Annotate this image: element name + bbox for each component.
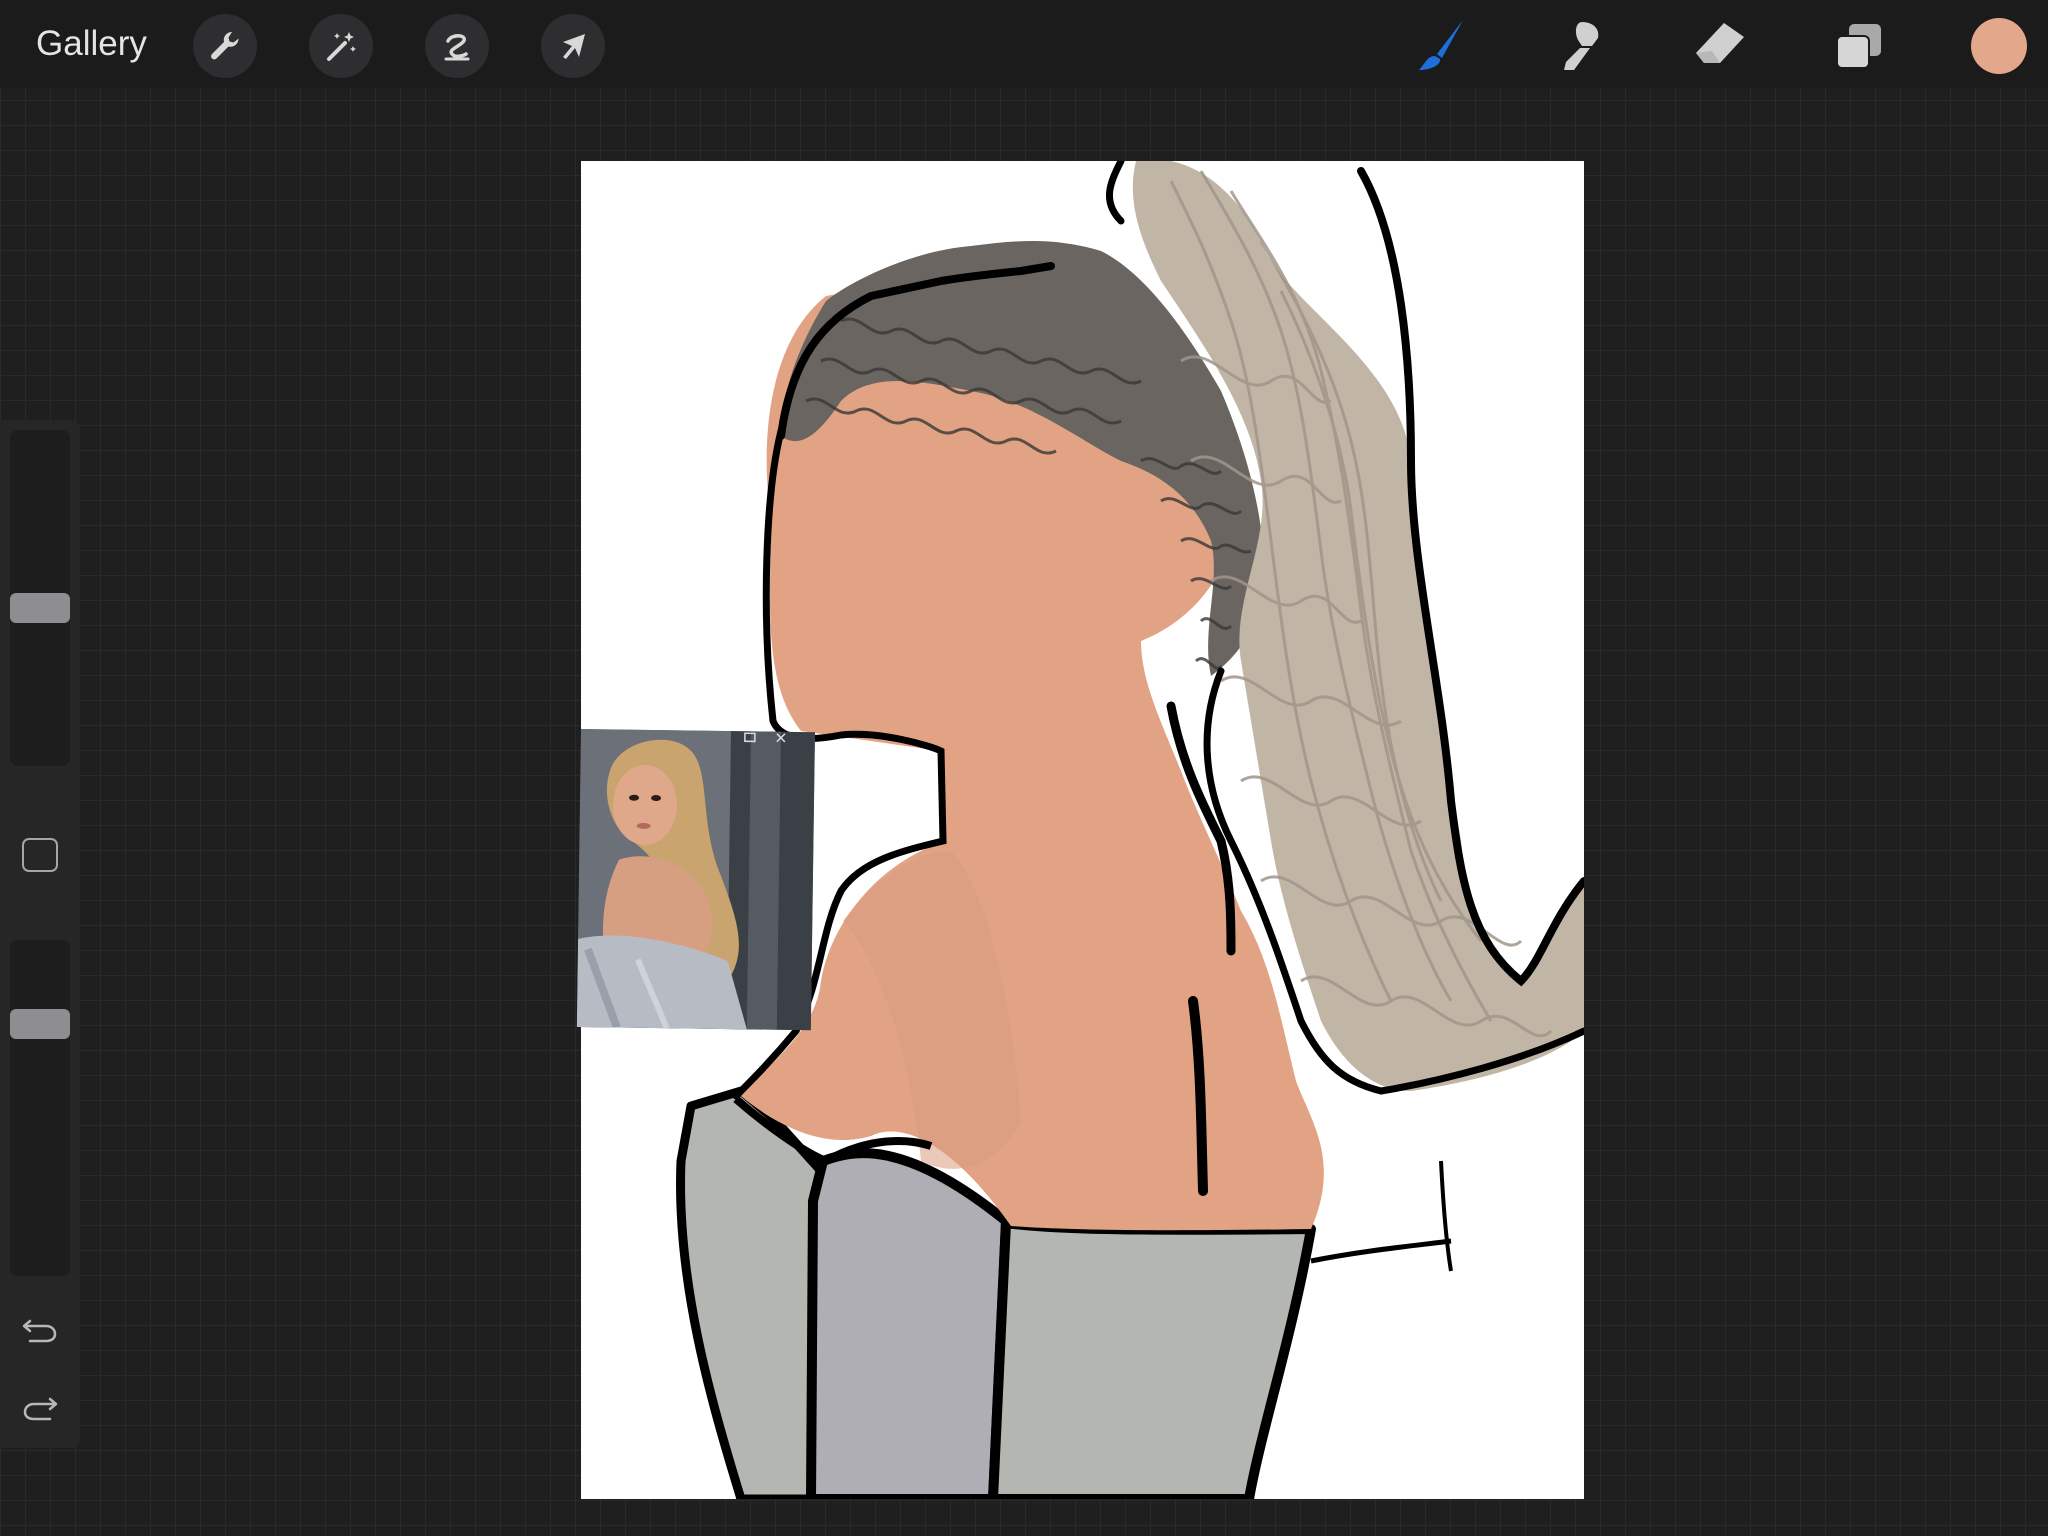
selection-s-icon <box>444 34 470 61</box>
reference-photo-window[interactable] <box>576 729 815 1031</box>
brush-opacity-thumb[interactable] <box>10 1009 70 1039</box>
undo-icon <box>22 1319 57 1343</box>
undo-button[interactable] <box>18 1308 62 1352</box>
brush-tool-button[interactable] <box>1409 14 1473 78</box>
redo-button[interactable] <box>18 1386 62 1430</box>
eraser-tool-button[interactable] <box>1687 14 1751 78</box>
adjustments-button[interactable] <box>309 14 373 78</box>
layers-button[interactable] <box>1827 14 1891 78</box>
wrench-icon <box>211 31 239 60</box>
left-sidebar <box>0 420 80 1448</box>
reference-photo <box>576 729 815 1031</box>
layers-icon <box>1836 24 1881 69</box>
smudge-icon <box>1564 22 1599 70</box>
gallery-button[interactable]: Gallery <box>36 20 147 68</box>
selection-button[interactable] <box>425 14 489 78</box>
brush-icon <box>1419 20 1463 70</box>
square-modify-icon[interactable] <box>22 838 58 872</box>
transform-button[interactable] <box>541 14 605 78</box>
color-picker-swatch[interactable] <box>1971 18 2027 74</box>
actions-button[interactable] <box>193 14 257 78</box>
redo-icon <box>23 1397 58 1421</box>
brush-size-thumb[interactable] <box>10 593 70 623</box>
eraser-icon <box>1696 23 1744 63</box>
arrow-cursor-icon <box>563 34 585 59</box>
magic-wand-icon <box>327 32 356 61</box>
smudge-tool-button[interactable] <box>1548 14 1612 78</box>
brush-opacity-slider[interactable] <box>10 940 70 1276</box>
top-toolbar: Gallery <box>0 0 2048 88</box>
brush-size-slider[interactable] <box>10 430 70 766</box>
